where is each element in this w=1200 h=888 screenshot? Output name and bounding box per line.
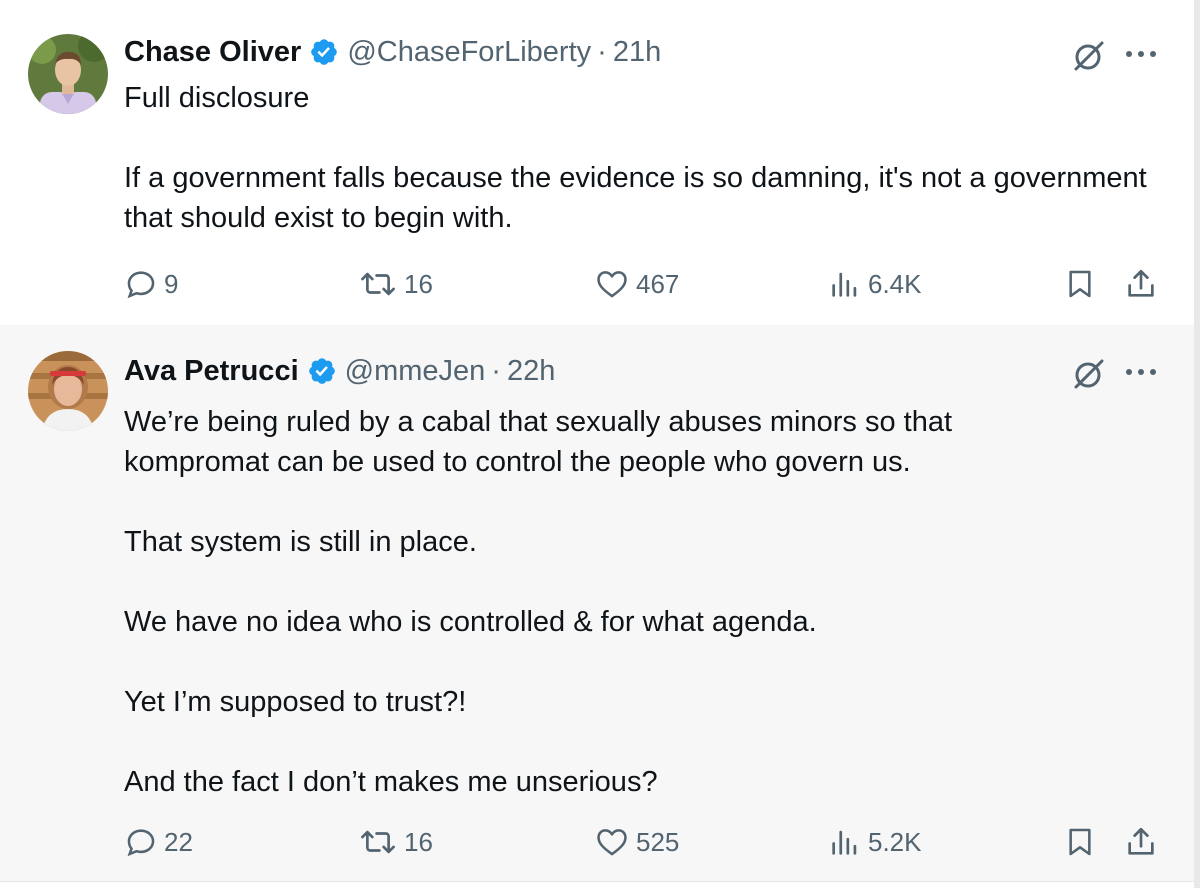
heart-icon — [597, 271, 627, 298]
verified-badge-icon — [311, 39, 338, 65]
tweet-paragraph: We have no idea who is controlled & for … — [124, 606, 817, 638]
reply-icon — [127, 829, 155, 857]
reply-count: 22 — [164, 826, 193, 857]
verified-badge-icon — [308, 358, 335, 384]
tweet-text: We’re being ruled by a cabal that sexual… — [124, 402, 1154, 802]
tweet-paragraph: Full disclosure — [124, 82, 310, 114]
tweet-paragraph: And the fact I don’t makes me unserious? — [124, 766, 658, 798]
analytics-icon — [832, 830, 857, 855]
share-button[interactable] — [1124, 264, 1158, 304]
tweet-paragraph: Yet I’m supposed to trust?! — [124, 686, 467, 718]
tweet-actions: 9 16 467 6.4K — [0, 264, 1194, 304]
tweet-header: Chase Oliver @ChaseForLiberty · 21h — [124, 34, 661, 70]
more-options-icon[interactable] — [1124, 48, 1158, 60]
tweet-header: Ava Petrucci @mmeJen · 22h — [124, 353, 555, 389]
repost-icon — [361, 830, 395, 854]
reply-button[interactable]: 9 — [124, 264, 178, 304]
tweet-actions: 22 16 525 5.2K — [0, 822, 1194, 862]
heart-icon — [597, 829, 627, 856]
avatar[interactable] — [28, 351, 108, 431]
views-button[interactable]: 5.2K — [828, 822, 922, 862]
like-button[interactable]: 467 — [594, 264, 679, 304]
tweet-paragraph: If a government falls because the eviden… — [124, 162, 1147, 234]
author-name[interactable]: Chase Oliver — [124, 36, 301, 69]
repost-button[interactable]: 16 — [358, 822, 433, 862]
grok-icon[interactable] — [1070, 356, 1106, 392]
bookmark-button[interactable] — [1064, 822, 1096, 862]
reply-count: 9 — [164, 268, 179, 299]
views-count: 5.2K — [868, 826, 922, 857]
separator-dot: · — [597, 35, 607, 68]
like-button[interactable]: 525 — [594, 822, 679, 862]
share-icon — [1128, 269, 1154, 297]
repost-count: 16 — [404, 826, 433, 857]
separator-dot: · — [491, 354, 501, 387]
author-handle[interactable]: @mmeJen — [345, 355, 486, 388]
bookmark-icon — [1069, 828, 1091, 856]
avatar[interactable] — [28, 34, 108, 114]
tweet-chase-oliver[interactable]: Chase Oliver @ChaseForLiberty · 21h Full… — [0, 0, 1194, 326]
tweet-paragraph: That system is still in place. — [124, 526, 477, 558]
repost-icon — [361, 272, 395, 296]
bookmark-icon — [1069, 270, 1091, 298]
reply-button[interactable]: 22 — [124, 822, 193, 862]
tweet-time[interactable]: 22h — [507, 355, 555, 388]
like-count: 467 — [636, 268, 680, 299]
author-name[interactable]: Ava Petrucci — [124, 355, 299, 388]
analytics-icon — [832, 272, 857, 297]
reply-icon — [127, 271, 155, 299]
like-count: 525 — [636, 826, 680, 857]
tweet-time[interactable]: 21h — [613, 36, 661, 69]
repost-count: 16 — [404, 268, 433, 299]
views-button[interactable]: 6.4K — [828, 264, 922, 304]
tweet-ava-petrucci[interactable]: Ava Petrucci @mmeJen · 22h We’re being r… — [0, 326, 1194, 882]
bookmark-button[interactable] — [1064, 264, 1096, 304]
views-count: 6.4K — [868, 268, 922, 299]
tweet-text: Full disclosure If a government falls be… — [124, 78, 1154, 238]
more-options-icon[interactable] — [1124, 366, 1158, 378]
share-button[interactable] — [1124, 822, 1158, 862]
scroll-edge — [1194, 0, 1200, 888]
author-handle[interactable]: @ChaseForLiberty — [347, 36, 591, 69]
repost-button[interactable]: 16 — [358, 264, 433, 304]
share-icon — [1128, 827, 1154, 855]
grok-icon[interactable] — [1070, 38, 1106, 74]
tweet-paragraph: We’re being ruled by a cabal that sexual… — [124, 406, 953, 478]
